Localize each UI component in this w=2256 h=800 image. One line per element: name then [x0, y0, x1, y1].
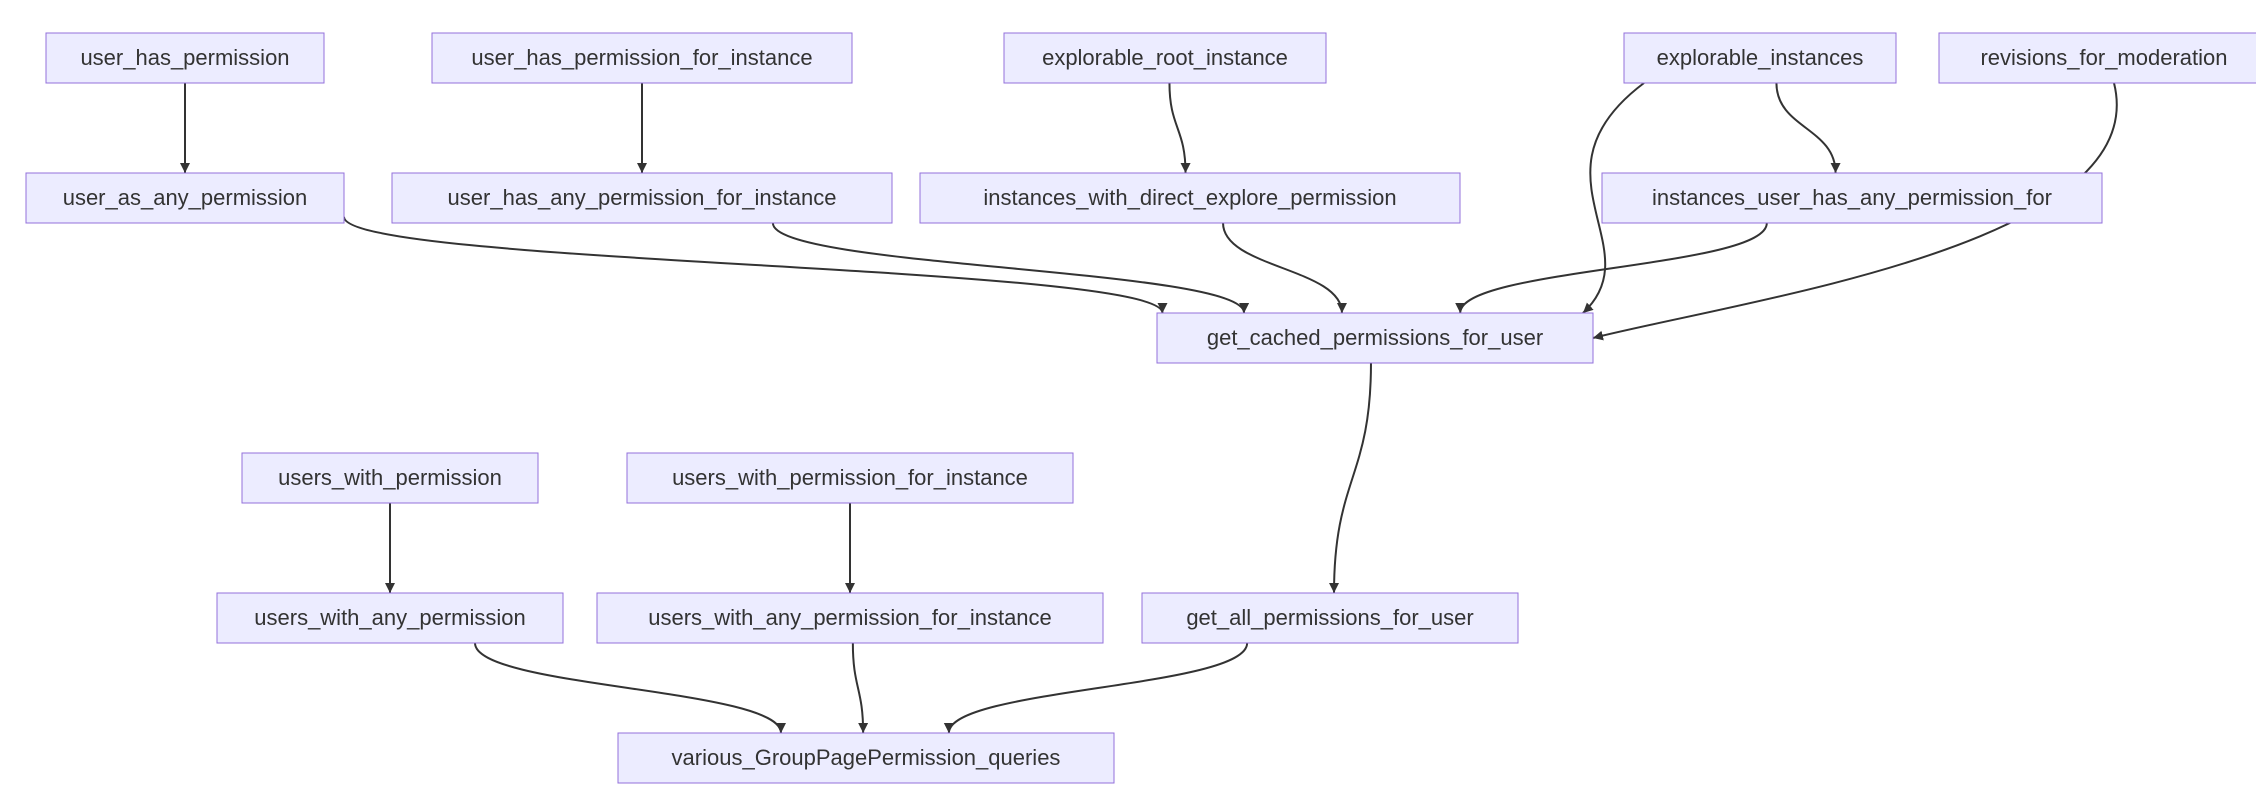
edge-instances_with_direct_explore_permission--get_cached_permissions_for_user	[1223, 223, 1342, 313]
node-users_with_permission: users_with_permission	[242, 453, 538, 503]
node-label: user_has_permission	[80, 45, 289, 70]
node-get_all_permissions_for_user: get_all_permissions_for_user	[1142, 593, 1518, 643]
edge-get_cached_permissions_for_user--get_all_permissions_for_user	[1334, 363, 1371, 593]
node-get_cached_permissions_for_user: get_cached_permissions_for_user	[1157, 313, 1593, 363]
node-label: instances_with_direct_explore_permission	[983, 185, 1396, 210]
node-user_has_permission: user_has_permission	[46, 33, 324, 83]
node-instances_with_direct_explore_permission: instances_with_direct_explore_permission	[920, 173, 1460, 223]
edge-instances_user_has_any_permission_for--get_cached_permissions_for_user	[1460, 223, 1767, 313]
node-label: explorable_instances	[1657, 45, 1864, 70]
node-various_GroupPagePermission_queries: various_GroupPagePermission_queries	[618, 733, 1114, 783]
node-label: instances_user_has_any_permission_for	[1652, 185, 2052, 210]
edge-explorable_instances--instances_user_has_any_permission_for	[1776, 83, 1835, 173]
edge-user_has_any_permission_for_instance--get_cached_permissions_for_user	[773, 223, 1244, 313]
node-instances_user_has_any_permission_for: instances_user_has_any_permission_for	[1602, 173, 2102, 223]
node-revisions_for_moderation: revisions_for_moderation	[1939, 33, 2256, 83]
node-user_has_permission_for_instance: user_has_permission_for_instance	[432, 33, 852, 83]
flowchart-diagram: user_has_permission user_has_permission_f…	[0, 0, 2256, 800]
node-users_with_permission_for_instance: users_with_permission_for_instance	[627, 453, 1073, 503]
node-label: users_with_any_permission	[254, 605, 525, 630]
node-label: various_GroupPagePermission_queries	[672, 745, 1061, 770]
node-users_with_any_permission_for_instance: users_with_any_permission_for_instance	[597, 593, 1103, 643]
node-user_as_any_permission: user_as_any_permission	[26, 173, 344, 223]
node-label: get_cached_permissions_for_user	[1207, 325, 1543, 350]
node-label: user_has_permission_for_instance	[471, 45, 812, 70]
node-label: users_with_permission_for_instance	[672, 465, 1028, 490]
edge-explorable_root_instance--instances_with_direct_explore_permission	[1169, 83, 1185, 173]
node-explorable_instances: explorable_instances	[1624, 33, 1896, 83]
edge-get_all_permissions_for_user--various_GroupPagePermission_queries	[949, 643, 1247, 733]
node-users_with_any_permission: users_with_any_permission	[217, 593, 563, 643]
node-label: user_has_any_permission_for_instance	[448, 185, 837, 210]
node-label: users_with_any_permission_for_instance	[648, 605, 1052, 630]
edge-users_with_any_permission_for_instance--various_GroupPagePermission_queries	[853, 643, 863, 733]
edge-users_with_any_permission--various_GroupPagePermission_queries	[475, 643, 781, 733]
node-label: user_as_any_permission	[63, 185, 308, 210]
node-label: get_all_permissions_for_user	[1186, 605, 1473, 630]
node-explorable_root_instance: explorable_root_instance	[1004, 33, 1326, 83]
node-label: explorable_root_instance	[1042, 45, 1288, 70]
edge-user_as_any_permission--get_cached_permissions_for_user	[344, 217, 1163, 313]
node-label: users_with_permission	[278, 465, 502, 490]
node-label: revisions_for_moderation	[1980, 45, 2227, 70]
node-user_has_any_permission_for_instance: user_has_any_permission_for_instance	[392, 173, 892, 223]
